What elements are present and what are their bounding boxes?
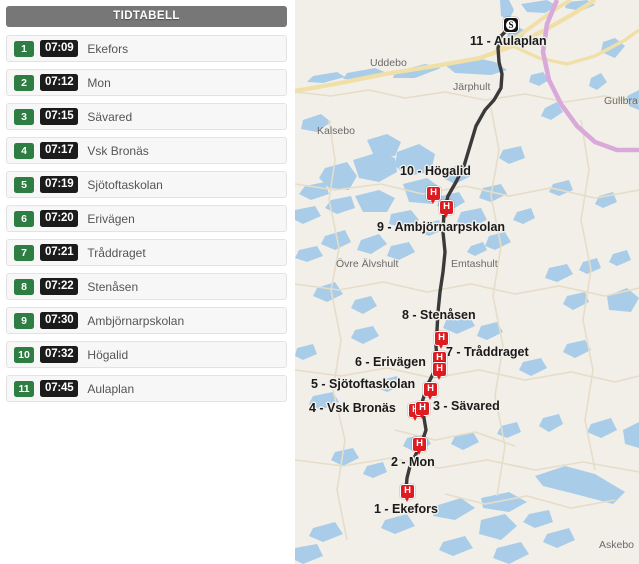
stop-list-item[interactable]: 1 07:09 Ekefors bbox=[6, 35, 287, 62]
bus-stop-marker-icon[interactable]: H bbox=[400, 484, 415, 502]
stop-sequence-badge: 10 bbox=[14, 346, 34, 363]
stop-sequence-badge: 6 bbox=[14, 210, 34, 227]
stop-name-label: Mon bbox=[87, 75, 111, 90]
route-end-marker-icon[interactable]: S bbox=[503, 17, 519, 33]
stop-name-label: Vsk Bronäs bbox=[87, 143, 149, 158]
timetable-map-app: TIDTABELL 1 07:09 Ekefors 2 07:12 Mon 3 07:15 Sä… bbox=[0, 0, 639, 564]
stop-list-item[interactable]: 3 07:15 Sävared bbox=[6, 103, 287, 130]
bus-stop-marker-icon[interactable]: H bbox=[423, 382, 438, 400]
bus-stop-marker-icon[interactable]: H bbox=[415, 401, 430, 419]
stop-time-badge: 07:21 bbox=[40, 244, 79, 261]
stop-time-badge: 07:32 bbox=[40, 346, 79, 363]
stop-name-label: Aulaplan bbox=[87, 381, 135, 396]
stop-name-label: Tråddraget bbox=[87, 245, 146, 260]
stop-name-label: Högalid bbox=[87, 347, 129, 362]
stop-list-item[interactable]: 10 07:32 Högalid bbox=[6, 341, 287, 368]
route-map[interactable]: Uddebo Järphult Gullbra Kalsebo Övre Älvshul… bbox=[295, 0, 639, 564]
bus-stop-marker-icon[interactable]: H bbox=[439, 200, 454, 218]
stop-time-badge: 07:45 bbox=[40, 380, 79, 397]
bus-stop-marker-icon[interactable]: H bbox=[412, 437, 427, 455]
timetable-sidebar: TIDTABELL 1 07:09 Ekefors 2 07:12 Mon 3 07:15 Sä… bbox=[0, 0, 295, 564]
stop-time-badge: 07:20 bbox=[40, 210, 79, 227]
route-end-marker-glyph: S bbox=[506, 20, 516, 30]
stop-time-badge: 07:09 bbox=[40, 40, 79, 57]
stop-name-label: Sjötoftaskolan bbox=[87, 177, 163, 192]
stop-sequence-badge: 9 bbox=[14, 312, 34, 329]
bus-stop-marker-icon[interactable]: H bbox=[426, 186, 441, 204]
stop-time-badge: 07:12 bbox=[40, 74, 79, 91]
bus-stop-marker-icon[interactable]: H bbox=[434, 331, 449, 349]
stop-list-item[interactable]: 6 07:20 Erivägen bbox=[6, 205, 287, 232]
stop-list: 1 07:09 Ekefors 2 07:12 Mon 3 07:15 Sävared 4 07:1… bbox=[6, 35, 287, 402]
stop-sequence-badge: 7 bbox=[14, 244, 34, 261]
stop-name-label: Erivägen bbox=[87, 211, 135, 226]
stop-sequence-badge: 4 bbox=[14, 142, 34, 159]
stop-time-badge: 07:17 bbox=[40, 142, 79, 159]
stop-sequence-badge: 5 bbox=[14, 176, 34, 193]
stop-time-badge: 07:15 bbox=[40, 108, 79, 125]
stop-name-label: Sävared bbox=[87, 109, 133, 124]
stop-list-item[interactable]: 9 07:30 Ambjörnarpskolan bbox=[6, 307, 287, 334]
stop-list-item[interactable]: 5 07:19 Sjötoftaskolan bbox=[6, 171, 287, 198]
stop-sequence-badge: 8 bbox=[14, 278, 34, 295]
stop-sequence-badge: 11 bbox=[14, 380, 34, 397]
stop-sequence-badge: 2 bbox=[14, 74, 34, 91]
stop-list-item[interactable]: 2 07:12 Mon bbox=[6, 69, 287, 96]
stop-list-item[interactable]: 8 07:22 Stenåsen bbox=[6, 273, 287, 300]
stop-name-label: Ambjörnarpskolan bbox=[87, 313, 185, 328]
stop-time-badge: 07:19 bbox=[40, 176, 79, 193]
stop-sequence-badge: 3 bbox=[14, 108, 34, 125]
stop-time-badge: 07:22 bbox=[40, 278, 79, 295]
stop-list-item[interactable]: 7 07:21 Tråddraget bbox=[6, 239, 287, 266]
stop-name-label: Ekefors bbox=[87, 41, 129, 56]
map-canvas bbox=[295, 0, 639, 564]
bus-stop-marker-icon[interactable]: H bbox=[432, 362, 447, 380]
stop-sequence-badge: 1 bbox=[14, 40, 34, 57]
stop-time-badge: 07:30 bbox=[40, 312, 79, 329]
stop-name-label: Stenåsen bbox=[87, 279, 139, 294]
timetable-panel-header: TIDTABELL bbox=[6, 6, 287, 27]
stop-list-item[interactable]: 11 07:45 Aulaplan bbox=[6, 375, 287, 402]
stop-list-item[interactable]: 4 07:17 Vsk Bronäs bbox=[6, 137, 287, 164]
